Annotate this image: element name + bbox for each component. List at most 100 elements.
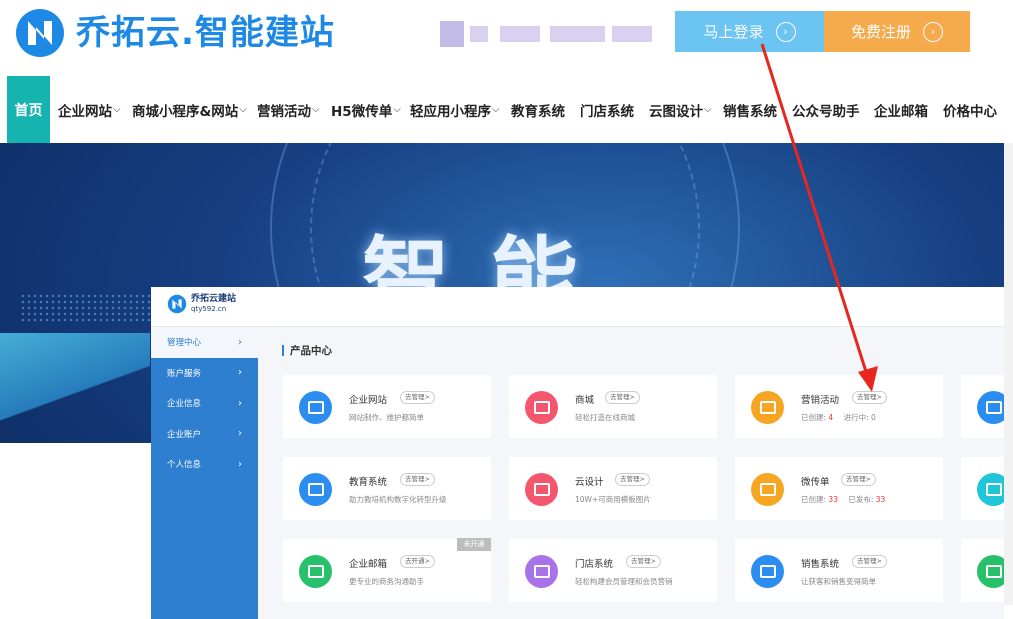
product-card-sales[interactable]: 销售系统 去管理> 让获客和销售变得简单 [735, 539, 943, 602]
gift-icon [751, 391, 784, 424]
nav-item-email[interactable]: 企业邮箱 [874, 76, 928, 143]
stat-label: 已创建: [801, 413, 827, 422]
manage-link[interactable]: 去管理> [400, 391, 435, 404]
nav-label: 销售系统 [723, 103, 777, 120]
sidebar-item-label: 个人信息 [167, 460, 202, 471]
banner-stripe [0, 333, 150, 423]
nav-item-marketing[interactable]: 营销活动 ⌵ [257, 76, 320, 143]
product-name: 企业网站 [349, 395, 388, 406]
nav-item-design[interactable]: 云图设计 ⌵ [649, 76, 712, 143]
panel-sidebar: 管理中心 › 账户服务 › 企业信息 › 企业账户 › 个人信息 › [151, 327, 258, 619]
nav-label: 云图设计 [649, 103, 703, 120]
product-card-email[interactable]: 企业邮箱 去开通> 更专业的商务沟通助手 未开通 [283, 538, 491, 602]
shopping-bag-icon [525, 391, 558, 424]
site-logo[interactable]: 乔拓云.智能建站 [14, 7, 335, 59]
chevron-down-icon: ⌵ [239, 104, 247, 115]
section-title-bar [282, 345, 284, 356]
product-card-marketing[interactable]: 营销活动 去管理> 已创建: 4 进行中: 0 [735, 375, 943, 438]
manage-link[interactable]: 去管理> [841, 473, 876, 486]
product-name: 商城 [575, 395, 595, 406]
section-title-text: 产品中心 [290, 345, 332, 357]
product-stats: 已创建: 33 已发布: 33 [801, 494, 885, 505]
nav-item-home[interactable]: 首页 [7, 76, 50, 143]
stat-value: 33 [828, 495, 838, 504]
product-card-partial[interactable] [961, 457, 1004, 520]
product-stats: 已创建: 4 进行中: 0 [801, 412, 876, 423]
product-card-cloud-design[interactable]: 云设计 去管理> 10W+可商用模板图片 [509, 457, 717, 520]
admin-panel: 乔拓云建站 qty592.cn 管理中心 › 账户服务 › 企业信息 › 企业账… [151, 287, 1004, 619]
arrow-right-circle-icon: › [775, 21, 796, 42]
sidebar-item-label: 企业账户 [167, 429, 202, 440]
product-card-h5[interactable]: 微传单 去管理> 已创建: 33 已发布: 33 [735, 457, 943, 520]
login-label: 马上登录 [703, 23, 764, 41]
product-desc: 轻松打造在线商城 [575, 413, 635, 422]
panel-logo[interactable]: 乔拓云建站 qty592.cn [167, 294, 236, 314]
nav-item-education[interactable]: 教育系统 [511, 76, 565, 143]
product-card-partial[interactable] [961, 539, 1004, 602]
nav-item-pricing[interactable]: 价格中心 [943, 76, 997, 143]
product-name: 销售系统 [801, 559, 840, 570]
status-badge: 未开通 [457, 538, 491, 551]
product-name: 企业邮箱 [349, 559, 388, 570]
product-desc: 更专业的商务沟通助手 [349, 577, 424, 586]
sidebar-item-personal-info[interactable]: 个人信息 › [151, 449, 258, 480]
sidebar-item-company-info[interactable]: 企业信息 › [151, 388, 258, 419]
manage-link[interactable]: 去管理> [615, 473, 650, 486]
logo-n-icon [167, 294, 187, 314]
chevron-down-icon: ⌵ [704, 104, 712, 115]
manage-link[interactable]: 去管理> [852, 391, 887, 404]
product-card-store[interactable]: 门店系统 去管理> 轻松构建会员管理和会员营销 [509, 539, 717, 602]
list-icon [751, 555, 784, 588]
sidebar-item-label: 企业信息 [167, 399, 202, 410]
chat-icon [977, 473, 1004, 506]
manage-link[interactable]: 去管理> [605, 391, 640, 404]
product-name: 教育系统 [349, 477, 388, 488]
blurred-user-info [440, 20, 655, 48]
nav-label: 价格中心 [943, 103, 997, 120]
nav-label: 企业网站 [58, 103, 112, 120]
chevron-down-icon: ⌵ [492, 104, 500, 115]
register-label: 免费注册 [850, 23, 911, 41]
nav-item-wechat[interactable]: 公众号助手 [792, 76, 860, 143]
nav-label: 营销活动 [257, 103, 311, 120]
site-header: 乔拓云.智能建站 马上登录 › 免费注册 › [0, 0, 1013, 72]
product-name: 微传单 [801, 477, 830, 488]
product-card-partial[interactable] [961, 375, 1004, 438]
product-desc: 10W+可商用模板图片 [575, 495, 651, 504]
activate-link[interactable]: 去开通> [400, 555, 435, 568]
website-icon [299, 391, 332, 424]
chevron-down-icon: ⌵ [113, 104, 121, 115]
manage-link[interactable]: 去管理> [852, 555, 887, 568]
product-desc: 助力教培机构数字化转型升级 [349, 495, 447, 504]
chevron-down-icon: ⌵ [312, 104, 320, 115]
nav-item-miniapp[interactable]: 轻应用小程序 ⌵ [410, 76, 500, 143]
login-button[interactable]: 马上登录 › [675, 11, 824, 52]
register-button[interactable]: 免费注册 › [824, 11, 970, 52]
sidebar-item-management[interactable]: 管理中心 › [151, 327, 258, 358]
sidebar-item-company-account[interactable]: 企业账户 › [151, 419, 258, 450]
product-card-website[interactable]: 企业网站 去管理> 网站制作、维护都简单 [283, 375, 491, 438]
product-card-mall[interactable]: 商城 去管理> 轻松打造在线商城 [509, 375, 717, 438]
stat-label: 已发布: [848, 495, 874, 504]
panel-main: 产品中心 企业网站 去管理> 网站制作、维护都简单 商城 去管理> 轻松打造在线… [258, 327, 1004, 619]
chevron-right-icon: › [238, 367, 242, 379]
nav-label: 公众号助手 [792, 103, 860, 120]
brand-name: 乔拓云.智能建站 [76, 13, 335, 53]
manage-link[interactable]: 去管理> [400, 473, 435, 486]
nav-item-sales[interactable]: 销售系统 [723, 76, 777, 143]
image-icon [525, 473, 558, 506]
nav-item-website[interactable]: 企业网站 ⌵ [58, 76, 121, 143]
manage-link[interactable]: 去管理> [626, 555, 661, 568]
nav-item-store[interactable]: 门店系统 [580, 76, 634, 143]
nav-item-mall[interactable]: 商城小程序&网站 ⌵ [132, 76, 247, 143]
sidebar-item-account-service[interactable]: 账户服务 › [151, 358, 258, 389]
product-card-education[interactable]: 教育系统 去管理> 助力教培机构数字化转型升级 [283, 457, 491, 520]
sidebar-item-label: 账户服务 [167, 368, 202, 379]
sidebar-item-label: 管理中心 [167, 338, 202, 349]
stat-label: 进行中: [843, 413, 869, 422]
nav-item-h5[interactable]: H5微传单 ⌵ [331, 76, 401, 143]
product-name: 营销活动 [801, 395, 840, 406]
panel-topbar: 乔拓云建站 qty592.cn [151, 287, 1004, 327]
nav-label: 轻应用小程序 [410, 103, 491, 120]
panel-brand: 乔拓云建站 [191, 294, 237, 304]
